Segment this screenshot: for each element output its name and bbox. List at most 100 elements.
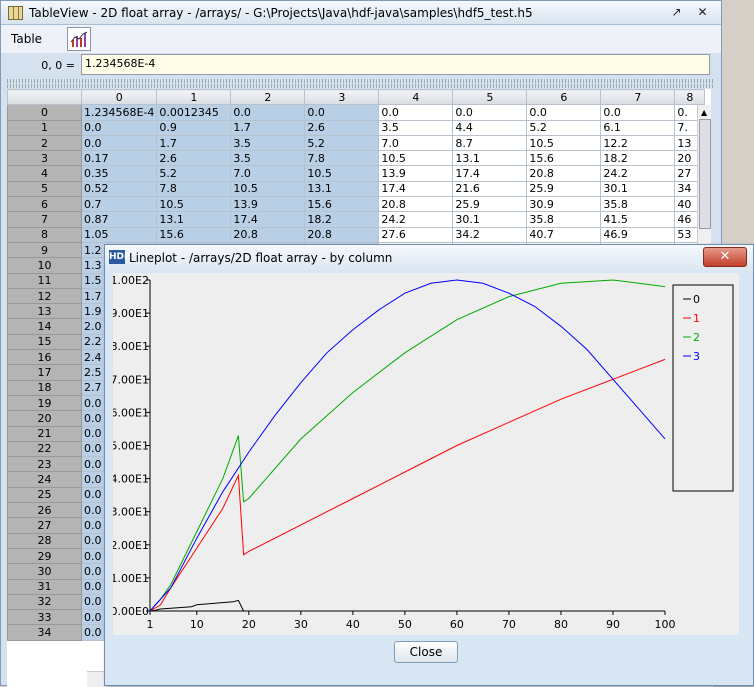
column-header[interactable]: 4	[378, 89, 454, 106]
row-header[interactable]: 10	[7, 257, 82, 274]
table-cell[interactable]: 3.5	[378, 119, 454, 136]
row-header[interactable]: 4	[7, 165, 82, 182]
table-cell[interactable]: 3.5	[230, 134, 306, 152]
row-header[interactable]: 24	[7, 471, 82, 488]
row-header[interactable]: 2	[7, 134, 82, 152]
row-header[interactable]: 21	[7, 425, 82, 442]
table-cell[interactable]: 0.0012345	[156, 104, 232, 121]
line-chart-icon[interactable]	[67, 27, 91, 51]
table-cell[interactable]: 13.1	[304, 180, 380, 198]
table-cell[interactable]: 7.0	[230, 165, 306, 182]
table-cell[interactable]: 30.1	[452, 211, 528, 228]
row-header[interactable]: 34	[7, 624, 82, 641]
table-cell[interactable]: 25.9	[526, 180, 602, 198]
row-header[interactable]: 31	[7, 578, 82, 595]
table-cell[interactable]: 25.9	[452, 196, 528, 213]
table-cell[interactable]: 30.1	[600, 180, 676, 198]
row-header[interactable]: 25	[7, 486, 82, 504]
table-cell[interactable]: 17.4	[230, 211, 306, 228]
table-cell[interactable]: 0.0	[526, 104, 602, 121]
table-cell[interactable]: 41.5	[600, 211, 676, 228]
table-cell[interactable]: 1.234568E-4	[80, 104, 158, 121]
table-cell[interactable]: 0.0	[230, 104, 306, 121]
table-cell[interactable]: 20.8	[230, 226, 306, 243]
table-cell[interactable]: 0.52	[80, 180, 158, 198]
table-cell[interactable]: 2.6	[156, 150, 232, 167]
row-header[interactable]: 15	[7, 333, 82, 351]
table-cell[interactable]: 1.7	[156, 134, 232, 152]
table-cell[interactable]: 24.2	[600, 165, 676, 182]
row-header[interactable]: 33	[7, 609, 82, 626]
table-cell[interactable]: 5.2	[156, 165, 232, 182]
row-header[interactable]: 11	[7, 272, 82, 289]
table-cell[interactable]: 8.7	[452, 134, 528, 152]
table-cell[interactable]: 20.8	[378, 196, 454, 213]
table-cell[interactable]: 34.2	[452, 226, 528, 243]
table-cell[interactable]: 46.9	[600, 226, 676, 243]
scroll-thumb[interactable]	[699, 119, 711, 229]
table-cell[interactable]: 0.17	[80, 150, 158, 167]
table-cell[interactable]: 18.2	[600, 150, 676, 167]
close-icon[interactable]: ✕	[695, 5, 710, 20]
row-header[interactable]: 27	[7, 517, 82, 534]
table-cell[interactable]: 17.4	[378, 180, 454, 198]
table-cell[interactable]: 15.6	[156, 226, 232, 243]
close-button[interactable]: Close	[394, 641, 458, 663]
row-header[interactable]: 0	[7, 104, 82, 121]
table-cell[interactable]: 1.05	[80, 226, 158, 243]
close-window-icon[interactable]: ✕	[703, 247, 747, 267]
row-header[interactable]: 20	[7, 410, 82, 427]
row-header[interactable]: 30	[7, 563, 82, 580]
row-header[interactable]: 18	[7, 379, 82, 396]
row-header[interactable]: 28	[7, 532, 82, 549]
table-cell[interactable]: 7.8	[304, 150, 380, 167]
row-header[interactable]: 7	[7, 211, 82, 228]
table-cell[interactable]: 0.0	[600, 104, 676, 121]
column-header[interactable]: 3	[304, 89, 380, 106]
table-cell[interactable]: 13.9	[230, 196, 306, 213]
row-header[interactable]: 17	[7, 364, 82, 381]
row-header[interactable]: 14	[7, 318, 82, 335]
table-cell[interactable]: 0.0	[452, 104, 528, 121]
table-cell[interactable]: 35.8	[600, 196, 676, 213]
column-header[interactable]: 6	[526, 89, 602, 106]
table-cell[interactable]: 4.4	[452, 119, 528, 136]
table-cell[interactable]: 18.2	[304, 211, 380, 228]
table-cell[interactable]: 10.5	[378, 150, 454, 167]
column-header[interactable]: 0	[80, 89, 158, 106]
table-cell[interactable]: 21.6	[452, 180, 528, 198]
table-cell[interactable]: 24.2	[378, 211, 454, 228]
table-cell[interactable]: 0.9	[156, 119, 232, 136]
row-header[interactable]: 19	[7, 394, 82, 412]
row-header[interactable]: 22	[7, 440, 82, 458]
table-cell[interactable]: 20.8	[304, 226, 380, 243]
column-header[interactable]: 8	[674, 89, 706, 106]
table-cell[interactable]: 15.6	[304, 196, 380, 213]
row-header[interactable]: 5	[7, 180, 82, 198]
table-cell[interactable]: 12.2	[600, 134, 676, 152]
table-cell[interactable]: 10.5	[304, 165, 380, 182]
table-cell[interactable]: 20.8	[526, 165, 602, 182]
table-cell[interactable]: 10.5	[230, 180, 306, 198]
column-header[interactable]: 1	[156, 89, 232, 106]
table-cell[interactable]: 35.8	[526, 211, 602, 228]
table-cell[interactable]: 3.5	[230, 150, 306, 167]
table-cell[interactable]: 0.87	[80, 211, 158, 228]
table-cell[interactable]: 40.7	[526, 226, 602, 243]
external-window-icon[interactable]: ↗	[669, 5, 684, 20]
table-cell[interactable]: 0.0	[80, 119, 158, 136]
row-header[interactable]: 8	[7, 226, 82, 243]
table-cell[interactable]: 6.1	[600, 119, 676, 136]
table-cell[interactable]: 10.5	[156, 196, 232, 213]
table-cell[interactable]: 1.7	[230, 119, 306, 136]
table-cell[interactable]: 2.6	[304, 119, 380, 136]
table-cell[interactable]: 17.4	[452, 165, 528, 182]
row-header[interactable]: 26	[7, 502, 82, 519]
table-cell[interactable]: 0.0	[304, 104, 380, 121]
row-header[interactable]: 6	[7, 196, 82, 213]
table-cell[interactable]: 15.6	[526, 150, 602, 167]
row-header[interactable]: 12	[7, 287, 82, 305]
table-cell[interactable]: 27.6	[378, 226, 454, 243]
scroll-up-icon[interactable]: ▲	[701, 108, 707, 117]
row-header[interactable]: 29	[7, 547, 82, 565]
